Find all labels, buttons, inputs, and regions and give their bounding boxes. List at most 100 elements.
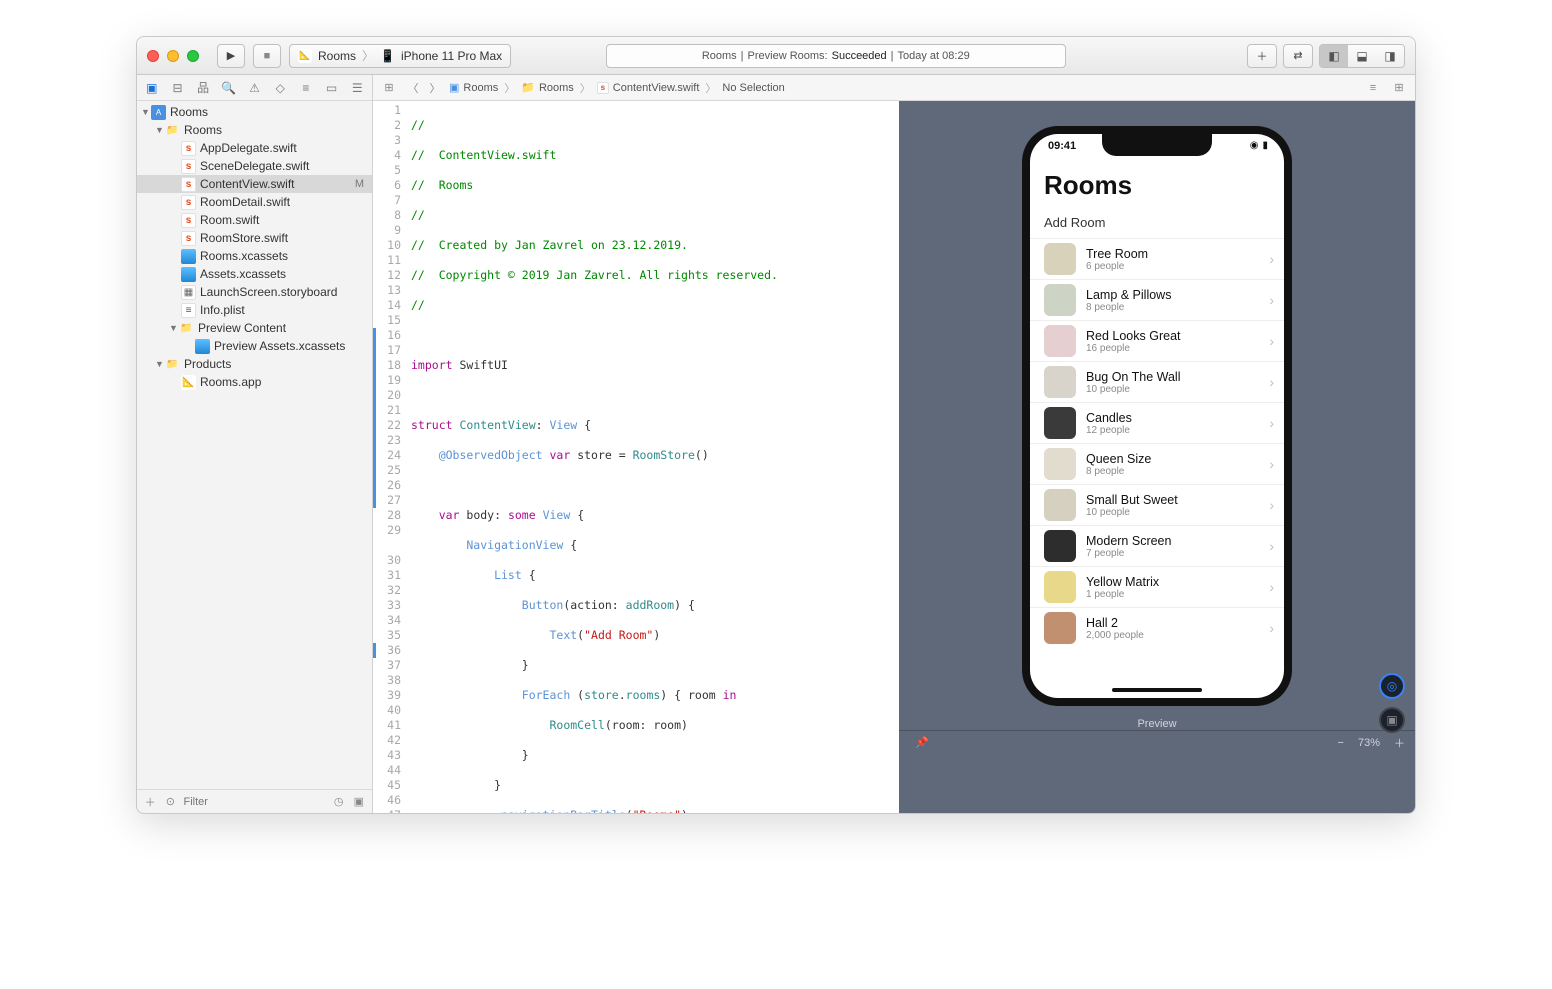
room-thumbnail [1044, 489, 1076, 521]
toggle-debug-area[interactable]: ⬓ [1348, 45, 1376, 67]
scm-filter-icon[interactable]: ▣ [352, 794, 366, 810]
add-editor-icon[interactable]: ⊞ [1389, 78, 1409, 98]
test-navigator-tab[interactable]: ◇ [269, 78, 291, 98]
file-appdelegate[interactable]: sAppDelegate.swift [137, 139, 372, 157]
crumb-group[interactable]: 📁Rooms [521, 81, 574, 94]
canvas-preview[interactable]: 09:41 ◉▮ Rooms Add Room Tree Room 6 peop… [899, 101, 1415, 813]
zoom-out[interactable]: − [1338, 737, 1344, 749]
room-row[interactable]: Yellow Matrix 1 people › [1030, 566, 1284, 607]
xcode-window: ▶ ■ 📐 Rooms 〉 📱 iPhone 11 Pro Max Rooms … [136, 36, 1416, 814]
add-file-button[interactable]: ＋ [143, 794, 157, 810]
room-name: Lamp & Pillows [1086, 288, 1269, 302]
file-assets-xcassets[interactable]: Assets.xcassets [137, 265, 372, 283]
toggle-inspectors[interactable]: ◨ [1376, 45, 1404, 67]
room-row[interactable]: Bug On The Wall 10 people › [1030, 361, 1284, 402]
report-navigator-tab[interactable]: ☰ [346, 78, 368, 98]
live-preview-button[interactable]: ◎ [1379, 673, 1405, 699]
scheme-selector[interactable]: 📐 Rooms 〉 📱 iPhone 11 Pro Max [289, 44, 511, 68]
code-review-button[interactable]: ⇄ [1283, 44, 1313, 68]
symbol-navigator-tab[interactable]: 品 [192, 78, 214, 98]
project-navigator-tree[interactable]: ▼ARooms ▼📁Rooms sAppDelegate.swift sScen… [137, 101, 372, 789]
zoom-in[interactable]: ＋ [1394, 735, 1405, 751]
room-thumbnail [1044, 530, 1076, 562]
room-list[interactable]: Tree Room 6 people › Lamp & Pillows 8 pe… [1030, 238, 1284, 648]
minimize-window[interactable] [167, 50, 179, 62]
status-result: Succeeded [832, 50, 887, 62]
file-scenedelegate[interactable]: sSceneDelegate.swift [137, 157, 372, 175]
related-items-icon[interactable]: ⊞ [379, 78, 399, 98]
code-content[interactable]: // // ContentView.swift // Rooms // // C… [407, 101, 899, 813]
editor-options-icon[interactable]: ≡ [1363, 78, 1383, 98]
room-row[interactable]: Candles 12 people › [1030, 402, 1284, 443]
file-rooms-xcassets[interactable]: Rooms.xcassets [137, 247, 372, 265]
room-info: Red Looks Great 16 people [1086, 329, 1269, 354]
library-button[interactable]: ＋ [1247, 44, 1277, 68]
file-launchscreen[interactable]: ▦LaunchScreen.storyboard [137, 283, 372, 301]
room-thumbnail [1044, 325, 1076, 357]
device-screen[interactable]: 09:41 ◉▮ Rooms Add Room Tree Room 6 peop… [1030, 134, 1284, 698]
nav-forward[interactable]: 〉 [425, 78, 445, 98]
file-rooms-app[interactable]: 📐Rooms.app [137, 373, 372, 391]
recent-filter-icon[interactable]: ◷ [332, 794, 346, 810]
file-roomstore[interactable]: sRoomStore.swift [137, 229, 372, 247]
file-preview-assets[interactable]: Preview Assets.xcassets [137, 337, 372, 355]
find-navigator-tab[interactable]: 🔍 [218, 78, 240, 98]
room-name: Red Looks Great [1086, 329, 1269, 343]
code-editor[interactable]: 1234567891011121314151617181920212223242… [373, 101, 899, 813]
room-row[interactable]: Hall 2 2,000 people › [1030, 607, 1284, 648]
room-name: Small But Sweet [1086, 493, 1269, 507]
maximize-window[interactable] [187, 50, 199, 62]
toggle-navigator[interactable]: ◧ [1320, 45, 1348, 67]
pin-preview-icon[interactable]: 📌 [915, 736, 929, 749]
breakpoint-navigator-tab[interactable]: ▭ [321, 78, 343, 98]
file-infoplist[interactable]: ≡Info.plist [137, 301, 372, 319]
source-control-tab[interactable]: ⊟ [167, 78, 189, 98]
room-name: Modern Screen [1086, 534, 1269, 548]
room-row[interactable]: Queen Size 8 people › [1030, 443, 1284, 484]
crumb-symbol[interactable]: No Selection [722, 82, 784, 94]
issue-navigator-tab[interactable]: ⚠ [244, 78, 266, 98]
room-row[interactable]: Small But Sweet 10 people › [1030, 484, 1284, 525]
chevron-right-icon: › [1269, 497, 1274, 513]
group-preview-content[interactable]: ▼📁Preview Content [137, 319, 372, 337]
room-row[interactable]: Red Looks Great 16 people › [1030, 320, 1284, 361]
add-room-button[interactable]: Add Room [1030, 209, 1284, 238]
room-info: Hall 2 2,000 people [1086, 616, 1269, 641]
room-name: Bug On The Wall [1086, 370, 1269, 384]
room-people: 8 people [1086, 466, 1269, 477]
status-time: Today at 08:29 [898, 50, 970, 62]
preview-on-device-button[interactable]: ▣ [1379, 707, 1405, 733]
room-people: 10 people [1086, 384, 1269, 395]
nav-back[interactable]: 〈 [403, 78, 423, 98]
filter-scope-icon[interactable]: ⊙ [163, 794, 177, 810]
room-row[interactable]: Modern Screen 7 people › [1030, 525, 1284, 566]
group-rooms[interactable]: ▼📁Rooms [137, 121, 372, 139]
room-name: Queen Size [1086, 452, 1269, 466]
wifi-icon: ◉ [1250, 140, 1259, 151]
project-root[interactable]: ▼ARooms [137, 103, 372, 121]
crumb-file[interactable]: sContentView.swift [597, 82, 700, 94]
file-roomdetail[interactable]: sRoomDetail.swift [137, 193, 372, 211]
room-row[interactable]: Tree Room 6 people › [1030, 238, 1284, 279]
close-window[interactable] [147, 50, 159, 62]
preview-controls: ◎ ▣ [1379, 673, 1405, 733]
file-room[interactable]: sRoom.swift [137, 211, 372, 229]
room-info: Small But Sweet 10 people [1086, 493, 1269, 518]
room-people: 6 people [1086, 261, 1269, 272]
room-thumbnail [1044, 243, 1076, 275]
file-contentview[interactable]: sContentView.swiftM [137, 175, 372, 193]
navigator-filter[interactable] [184, 796, 326, 808]
chevron-right-icon: › [1269, 292, 1274, 308]
chevron-right-icon: › [1269, 333, 1274, 349]
crumb-project[interactable]: ▣Rooms [449, 81, 498, 94]
change-bar [373, 643, 376, 658]
activity-viewer[interactable]: Rooms | Preview Rooms: Succeeded | Today… [606, 44, 1066, 68]
stop-button[interactable]: ■ [253, 44, 281, 68]
group-products[interactable]: ▼📁Products [137, 355, 372, 373]
room-row[interactable]: Lamp & Pillows 8 people › [1030, 279, 1284, 320]
project-navigator-tab[interactable]: ▣ [141, 78, 163, 98]
line-gutter: 1234567891011121314151617181920212223242… [373, 101, 407, 813]
debug-navigator-tab[interactable]: ≡ [295, 78, 317, 98]
run-button[interactable]: ▶ [217, 44, 245, 68]
room-info: Candles 12 people [1086, 411, 1269, 436]
